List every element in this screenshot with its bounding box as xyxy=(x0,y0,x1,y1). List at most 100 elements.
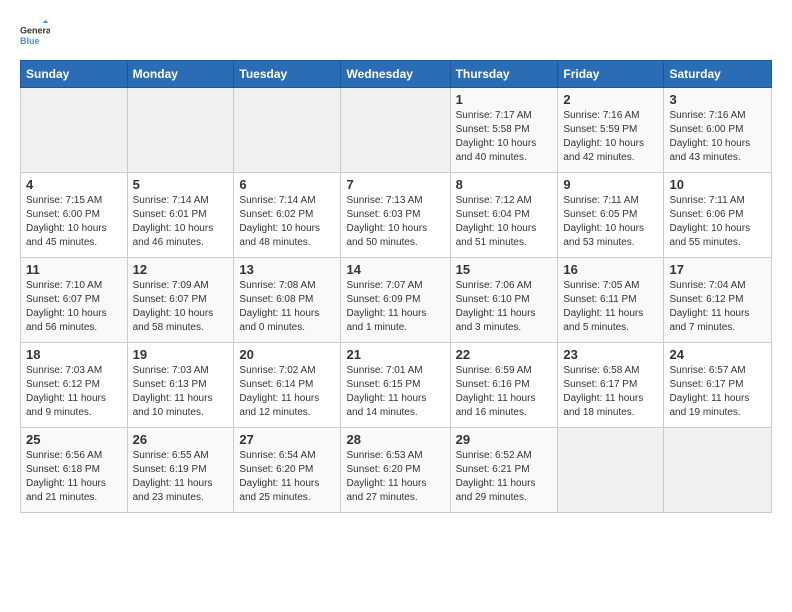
weekday-header-saturday: Saturday xyxy=(664,61,772,88)
calendar-cell: 2 Sunrise: 7:16 AM Sunset: 5:59 PM Daylig… xyxy=(558,88,664,173)
day-info: Sunrise: 7:16 AM Sunset: 6:00 PM Dayligh… xyxy=(669,109,766,165)
calendar-cell: 3 Sunrise: 7:16 AM Sunset: 6:00 PM Daylig… xyxy=(664,88,772,173)
day-info: Sunrise: 7:11 AM Sunset: 6:06 PM Dayligh… xyxy=(669,194,766,250)
day-info: Sunrise: 7:10 AM Sunset: 6:07 PM Dayligh… xyxy=(26,279,122,335)
calendar-cell: 23 Sunrise: 6:58 AM Sunset: 6:17 PM Dayli… xyxy=(558,343,664,428)
weekday-header-thursday: Thursday xyxy=(450,61,558,88)
calendar-cell: 25 Sunrise: 6:56 AM Sunset: 6:18 PM Dayli… xyxy=(21,428,128,513)
day-info: Sunrise: 7:12 AM Sunset: 6:04 PM Dayligh… xyxy=(456,194,553,250)
calendar-cell: 24 Sunrise: 6:57 AM Sunset: 6:17 PM Dayli… xyxy=(664,343,772,428)
day-info: Sunrise: 6:59 AM Sunset: 6:16 PM Dayligh… xyxy=(456,364,553,420)
calendar-cell: 18 Sunrise: 7:03 AM Sunset: 6:12 PM Dayli… xyxy=(21,343,128,428)
calendar-cell xyxy=(664,428,772,513)
day-number: 24 xyxy=(669,347,766,362)
logo: GeneralBlue xyxy=(20,20,50,50)
calendar-cell: 5Sunrise: 7:14 AM Sunset: 6:01 PM Daylig… xyxy=(127,173,234,258)
calendar-cell xyxy=(558,428,664,513)
calendar-table: SundayMondayTuesdayWednesdayThursdayFrid… xyxy=(20,60,772,513)
calendar-cell xyxy=(21,88,128,173)
calendar-cell: 19 Sunrise: 7:03 AM Sunset: 6:13 PM Dayli… xyxy=(127,343,234,428)
day-number: 11 xyxy=(26,262,122,277)
day-info: Sunrise: 7:05 AM Sunset: 6:11 PM Dayligh… xyxy=(563,279,658,335)
day-info: Sunrise: 6:58 AM Sunset: 6:17 PM Dayligh… xyxy=(563,364,658,420)
weekday-header-friday: Friday xyxy=(558,61,664,88)
calendar-cell: 6 Sunrise: 7:14 AM Sunset: 6:02 PM Daylig… xyxy=(234,173,341,258)
calendar-cell: 26Sunrise: 6:55 AM Sunset: 6:19 PM Dayli… xyxy=(127,428,234,513)
day-number: 7 xyxy=(346,177,444,192)
calendar-cell: 29Sunrise: 6:52 AM Sunset: 6:21 PM Dayli… xyxy=(450,428,558,513)
day-info: Sunrise: 7:08 AM Sunset: 6:08 PM Dayligh… xyxy=(239,279,335,335)
day-info: Sunrise: 7:14 AM Sunset: 6:01 PM Dayligh… xyxy=(133,194,229,250)
day-info: Sunrise: 7:14 AM Sunset: 6:02 PM Dayligh… xyxy=(239,194,335,250)
day-number: 26 xyxy=(133,432,229,447)
week-row-2: 4 Sunrise: 7:15 AM Sunset: 6:00 PM Daylig… xyxy=(21,173,772,258)
calendar-cell: 15Sunrise: 7:06 AM Sunset: 6:10 PM Dayli… xyxy=(450,258,558,343)
day-number: 3 xyxy=(669,92,766,107)
day-info: Sunrise: 7:09 AM Sunset: 6:07 PM Dayligh… xyxy=(133,279,229,335)
svg-text:Blue: Blue xyxy=(20,36,40,46)
day-info: Sunrise: 7:03 AM Sunset: 6:12 PM Dayligh… xyxy=(26,364,122,420)
calendar-cell: 20 Sunrise: 7:02 AM Sunset: 6:14 PM Dayli… xyxy=(234,343,341,428)
day-number: 28 xyxy=(346,432,444,447)
day-number: 27 xyxy=(239,432,335,447)
calendar-cell xyxy=(341,88,450,173)
svg-text:General: General xyxy=(20,26,50,36)
calendar-cell xyxy=(127,88,234,173)
week-row-1: 1 Sunrise: 7:17 AM Sunset: 5:58 PM Daylig… xyxy=(21,88,772,173)
day-number: 21 xyxy=(346,347,444,362)
day-number: 4 xyxy=(26,177,122,192)
calendar-cell: 14 Sunrise: 7:07 AM Sunset: 6:09 PM Dayli… xyxy=(341,258,450,343)
day-info: Sunrise: 7:17 AM Sunset: 5:58 PM Dayligh… xyxy=(456,109,553,165)
week-row-4: 18 Sunrise: 7:03 AM Sunset: 6:12 PM Dayli… xyxy=(21,343,772,428)
day-number: 15 xyxy=(456,262,553,277)
day-info: Sunrise: 7:15 AM Sunset: 6:00 PM Dayligh… xyxy=(26,194,122,250)
day-number: 13 xyxy=(239,262,335,277)
week-row-5: 25 Sunrise: 6:56 AM Sunset: 6:18 PM Dayli… xyxy=(21,428,772,513)
day-info: Sunrise: 7:07 AM Sunset: 6:09 PM Dayligh… xyxy=(346,279,444,335)
day-number: 10 xyxy=(669,177,766,192)
day-number: 23 xyxy=(563,347,658,362)
day-number: 22 xyxy=(456,347,553,362)
day-number: 6 xyxy=(239,177,335,192)
day-info: Sunrise: 6:53 AM Sunset: 6:20 PM Dayligh… xyxy=(346,449,444,505)
day-number: 17 xyxy=(669,262,766,277)
calendar-cell: 8 Sunrise: 7:12 AM Sunset: 6:04 PM Daylig… xyxy=(450,173,558,258)
day-number: 9 xyxy=(563,177,658,192)
calendar-cell: 28 Sunrise: 6:53 AM Sunset: 6:20 PM Dayli… xyxy=(341,428,450,513)
day-info: Sunrise: 7:11 AM Sunset: 6:05 PM Dayligh… xyxy=(563,194,658,250)
day-info: Sunrise: 6:56 AM Sunset: 6:18 PM Dayligh… xyxy=(26,449,122,505)
calendar-cell xyxy=(234,88,341,173)
calendar-cell: 13 Sunrise: 7:08 AM Sunset: 6:08 PM Dayli… xyxy=(234,258,341,343)
day-info: Sunrise: 7:13 AM Sunset: 6:03 PM Dayligh… xyxy=(346,194,444,250)
weekday-header-sunday: Sunday xyxy=(21,61,128,88)
day-info: Sunrise: 7:04 AM Sunset: 6:12 PM Dayligh… xyxy=(669,279,766,335)
day-info: Sunrise: 7:03 AM Sunset: 6:13 PM Dayligh… xyxy=(133,364,229,420)
weekday-header-tuesday: Tuesday xyxy=(234,61,341,88)
day-number: 18 xyxy=(26,347,122,362)
logo-icon: GeneralBlue xyxy=(20,20,50,50)
calendar-cell: 27 Sunrise: 6:54 AM Sunset: 6:20 PM Dayli… xyxy=(234,428,341,513)
day-number: 16 xyxy=(563,262,658,277)
day-number: 2 xyxy=(563,92,658,107)
calendar-cell: 21Sunrise: 7:01 AM Sunset: 6:15 PM Dayli… xyxy=(341,343,450,428)
day-number: 20 xyxy=(239,347,335,362)
week-row-3: 11 Sunrise: 7:10 AM Sunset: 6:07 PM Dayli… xyxy=(21,258,772,343)
page-header: GeneralBlue xyxy=(20,20,772,50)
day-info: Sunrise: 6:54 AM Sunset: 6:20 PM Dayligh… xyxy=(239,449,335,505)
weekday-header-wednesday: Wednesday xyxy=(341,61,450,88)
day-info: Sunrise: 7:16 AM Sunset: 5:59 PM Dayligh… xyxy=(563,109,658,165)
calendar-cell: 11 Sunrise: 7:10 AM Sunset: 6:07 PM Dayli… xyxy=(21,258,128,343)
day-number: 1 xyxy=(456,92,553,107)
calendar-cell: 12 Sunrise: 7:09 AM Sunset: 6:07 PM Dayli… xyxy=(127,258,234,343)
day-info: Sunrise: 6:57 AM Sunset: 6:17 PM Dayligh… xyxy=(669,364,766,420)
day-info: Sunrise: 7:02 AM Sunset: 6:14 PM Dayligh… xyxy=(239,364,335,420)
day-number: 25 xyxy=(26,432,122,447)
calendar-cell: 1 Sunrise: 7:17 AM Sunset: 5:58 PM Daylig… xyxy=(450,88,558,173)
day-number: 14 xyxy=(346,262,444,277)
day-number: 19 xyxy=(133,347,229,362)
calendar-cell: 17 Sunrise: 7:04 AM Sunset: 6:12 PM Dayli… xyxy=(664,258,772,343)
calendar-cell: 16 Sunrise: 7:05 AM Sunset: 6:11 PM Dayli… xyxy=(558,258,664,343)
day-number: 29 xyxy=(456,432,553,447)
day-number: 12 xyxy=(133,262,229,277)
day-number: 8 xyxy=(456,177,553,192)
